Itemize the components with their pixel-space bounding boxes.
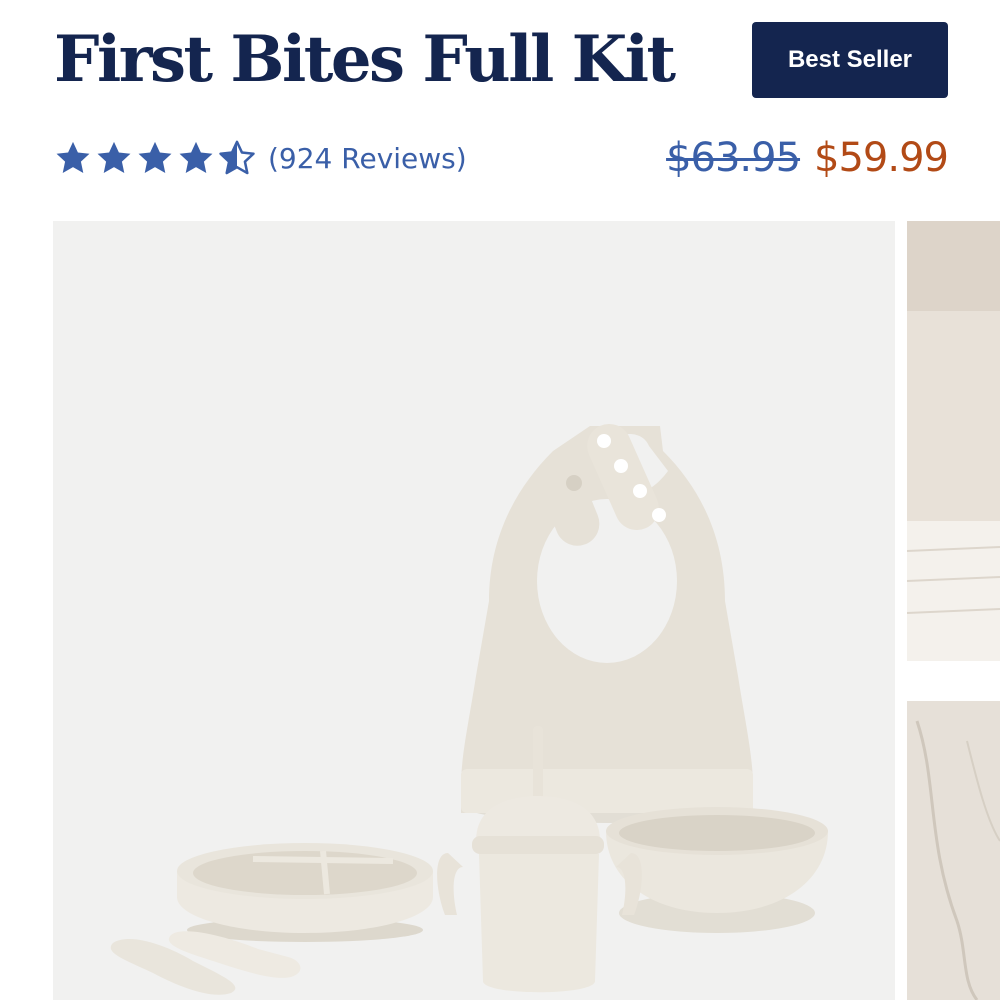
original-price: $63.95	[666, 135, 801, 181]
suction-plate-icon	[177, 843, 433, 942]
marble-counter-icon	[907, 701, 1000, 1000]
star-full-icon	[179, 141, 213, 174]
reviews-count-link[interactable]: (924 Reviews)	[268, 142, 467, 175]
next-image-scene	[907, 221, 1000, 1000]
sale-price: $59.99	[814, 135, 949, 181]
product-kit-image	[110, 423, 828, 995]
product-title: First Bites Full Kit	[54, 22, 676, 97]
gallery-next-image[interactable]	[907, 221, 1000, 1000]
bib-icon	[461, 423, 753, 823]
price-row: $63.95 $59.99	[666, 130, 949, 186]
star-full-icon	[56, 141, 90, 174]
best-seller-badge: Best Seller	[752, 22, 948, 98]
star-half-icon	[219, 140, 255, 175]
stacked-bowls-icon	[907, 521, 1000, 661]
star-full-icon	[97, 141, 131, 174]
gallery-main-image[interactable]	[53, 221, 895, 1000]
star-full-icon	[138, 141, 172, 174]
star-rating	[54, 139, 256, 177]
rating-row[interactable]: (924 Reviews)	[54, 134, 467, 182]
